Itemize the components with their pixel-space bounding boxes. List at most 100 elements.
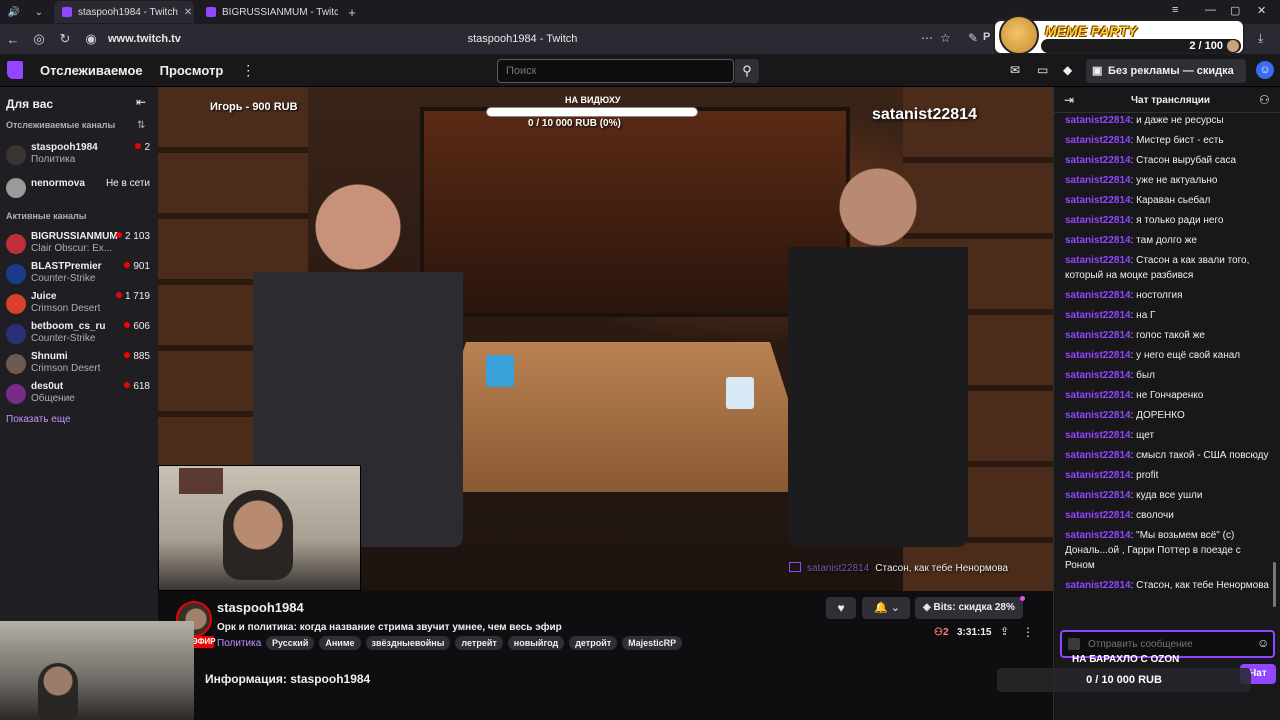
chat-username[interactable]: satanist22814 [1065,490,1131,501]
chat-username[interactable]: satanist22814 [1065,450,1131,461]
sidebar-channel-nenormova[interactable]: nenormova Не в сети [6,175,156,203]
more-menu-icon[interactable]: ⋮ [241,62,255,79]
chat-username[interactable]: satanist22814 [1065,510,1131,521]
user-avatar-icon[interactable]: ☺ [1256,61,1274,79]
chat-messages: satanist22814: и даже не ресурсы satanist… [1065,113,1271,598]
sidebar-channel-des0ut[interactable]: des0ut Общение 618 [6,381,156,409]
tab-title: staspooh1984 - Twitch [78,6,178,18]
chat-title: Чат трансляции [1131,95,1211,106]
chat-badge-icon[interactable] [1068,638,1080,650]
collapse-sidebar-icon[interactable]: ⇤ [136,95,146,109]
chat-scrollbar[interactable] [1273,562,1276,607]
new-tab-icon[interactable]: + [342,5,362,20]
tag[interactable]: детройт [569,636,618,650]
emoji-icon[interactable]: ☺ [1257,636,1269,650]
tag[interactable]: MajesticRP [622,636,683,650]
chat-users-icon[interactable]: ⚇ [1259,93,1270,107]
reload-icon[interactable]: ↻ [52,31,78,47]
chat-username[interactable]: satanist22814 [1065,410,1131,421]
extension-icon[interactable]: ✎ [968,31,978,45]
sidebar-channel-blastpremier[interactable]: BLASTPremier Counter-Strike 901 [6,261,156,289]
tab-list-chevron-icon[interactable]: ⌄ [28,2,50,22]
shield-icon[interactable]: ◎ [26,31,52,47]
chat-text: : на Г [1130,310,1156,321]
sidebar-channel-staspooh1984[interactable]: staspooh1984 Политика 2 [6,142,156,170]
chat-username[interactable]: satanist22814 [1065,470,1131,481]
chat-username[interactable]: satanist22814 [1065,115,1131,126]
follow-heart-icon[interactable]: ♥ [826,597,856,619]
search-input[interactable] [497,59,734,83]
avatar [6,178,26,198]
sidebar-channel-shnumi[interactable]: Shnumi Crimson Desert 885 [6,351,156,379]
chat-username[interactable]: satanist22814 [1065,215,1131,226]
minimize-icon[interactable]: — [1205,4,1216,16]
chat-username[interactable]: satanist22814 [1065,255,1131,266]
chat-text: : profit [1130,470,1159,481]
chat-username[interactable]: satanist22814 [1065,195,1131,206]
chat-username[interactable]: satanist22814 [1065,290,1131,301]
notifications-icon[interactable]: ◆ [1063,63,1072,77]
more-options-icon[interactable]: ⋮ [1022,625,1034,639]
viewer-count: 618 [124,381,150,392]
url-field[interactable]: www.twitch.tv [108,33,181,45]
chat-username[interactable]: satanist22814 [1065,430,1131,441]
tag[interactable]: летрейт [455,636,503,650]
window-title: staspooh1984 - Twitch [467,33,578,45]
maximize-icon[interactable]: ▢ [1230,4,1240,17]
sort-icon[interactable]: ⇅ [137,120,145,131]
avatar [6,354,26,374]
nav-following[interactable]: Отслеживаемое [40,63,143,78]
notifications-bell-icon[interactable]: 🔔 ⌄ [862,597,910,619]
site-info-icon[interactable]: ◉ [78,31,104,47]
tag[interactable]: новыйгод [507,636,565,650]
sidebar-channel-juice[interactable]: Juice Crimson Desert 1 719 [6,291,156,319]
chat-username[interactable]: satanist22814 [1065,350,1131,361]
browser-tab[interactable]: BIGRUSSIANMUM - Twitch [198,1,338,23]
collapse-chat-icon[interactable]: ⇥ [1064,93,1074,107]
chat-username[interactable]: satanist22814 [1065,175,1131,186]
live-dot-icon [124,262,131,268]
download-icon[interactable]: ⤓ [1258,31,1263,46]
twitch-logo-icon[interactable] [7,61,23,79]
streamer-name[interactable]: staspooh1984 [217,600,304,615]
audio-icon[interactable]: 🔊 [3,2,25,22]
sidebar-channel-bigrussianmum[interactable]: BIGRUSSIANMUM Clair Obscur: Ex... 2 103 [6,231,156,259]
chat-username[interactable]: satanist22814 [1065,330,1131,341]
search-icon[interactable]: ⚲ [735,59,759,83]
tab-title: BIGRUSSIANMUM - Twitch [222,6,338,18]
sidebar-channel-betboom[interactable]: betboom_cs_ru Counter-Strike 606 [6,321,156,349]
chat-username[interactable]: satanist22814 [1065,235,1131,246]
back-arrow-icon[interactable]: ← [0,32,26,47]
close-tab-icon[interactable]: ✕ [184,7,192,18]
show-more-link[interactable]: Показать еще [6,414,71,425]
video-player[interactable]: Игорь - 900 RUB НА ВИДЮХУ 0 / 10 000 RUB… [158,87,1053,591]
stream-category[interactable]: Политика [217,638,261,649]
inbox-icon[interactable]: ✉ [1010,63,1020,77]
close-window-icon[interactable]: ✕ [1257,4,1266,17]
menu-icon[interactable]: ≡ [1172,4,1178,16]
chat-username[interactable]: satanist22814 [1065,390,1131,401]
tag[interactable]: звёздныевойны [365,636,451,650]
tag[interactable]: Русский [266,636,315,650]
whispers-icon[interactable]: ▭ [1037,63,1048,77]
viewer-count: 2 103 [115,231,150,242]
chat-username[interactable]: satanist22814 [1065,310,1131,321]
chat-username[interactable]: satanist22814 [1065,135,1131,146]
chat-username[interactable]: satanist22814 [1065,580,1131,591]
chat-username[interactable]: satanist22814 [1065,530,1131,541]
chat-username[interactable]: satanist22814 [1065,155,1131,166]
tag[interactable]: Аниме [319,636,361,650]
chat-message: satanist22814: уже не актуально [1065,173,1271,188]
share-icon[interactable]: ⇪ [1000,625,1009,638]
channel-category: Crimson Desert [31,363,101,374]
more-dots-icon[interactable]: ⋯ [921,31,933,45]
browser-tab-active[interactable]: staspooh1984 - Twitch ✕ [54,1,194,23]
live-dot-icon [115,232,122,238]
chat-username[interactable]: satanist22814 [1065,370,1131,381]
nav-browse[interactable]: Просмотр [160,63,224,78]
mug-icon [726,377,754,409]
viewer-count: 1 719 [115,291,150,302]
bookmark-icon[interactable]: ☆ [940,31,951,45]
no-ads-button[interactable]: ▣ Без рекламы — скидка 40% [1086,59,1246,101]
bits-button[interactable]: ◈ Bits: скидка 28% [915,597,1023,619]
